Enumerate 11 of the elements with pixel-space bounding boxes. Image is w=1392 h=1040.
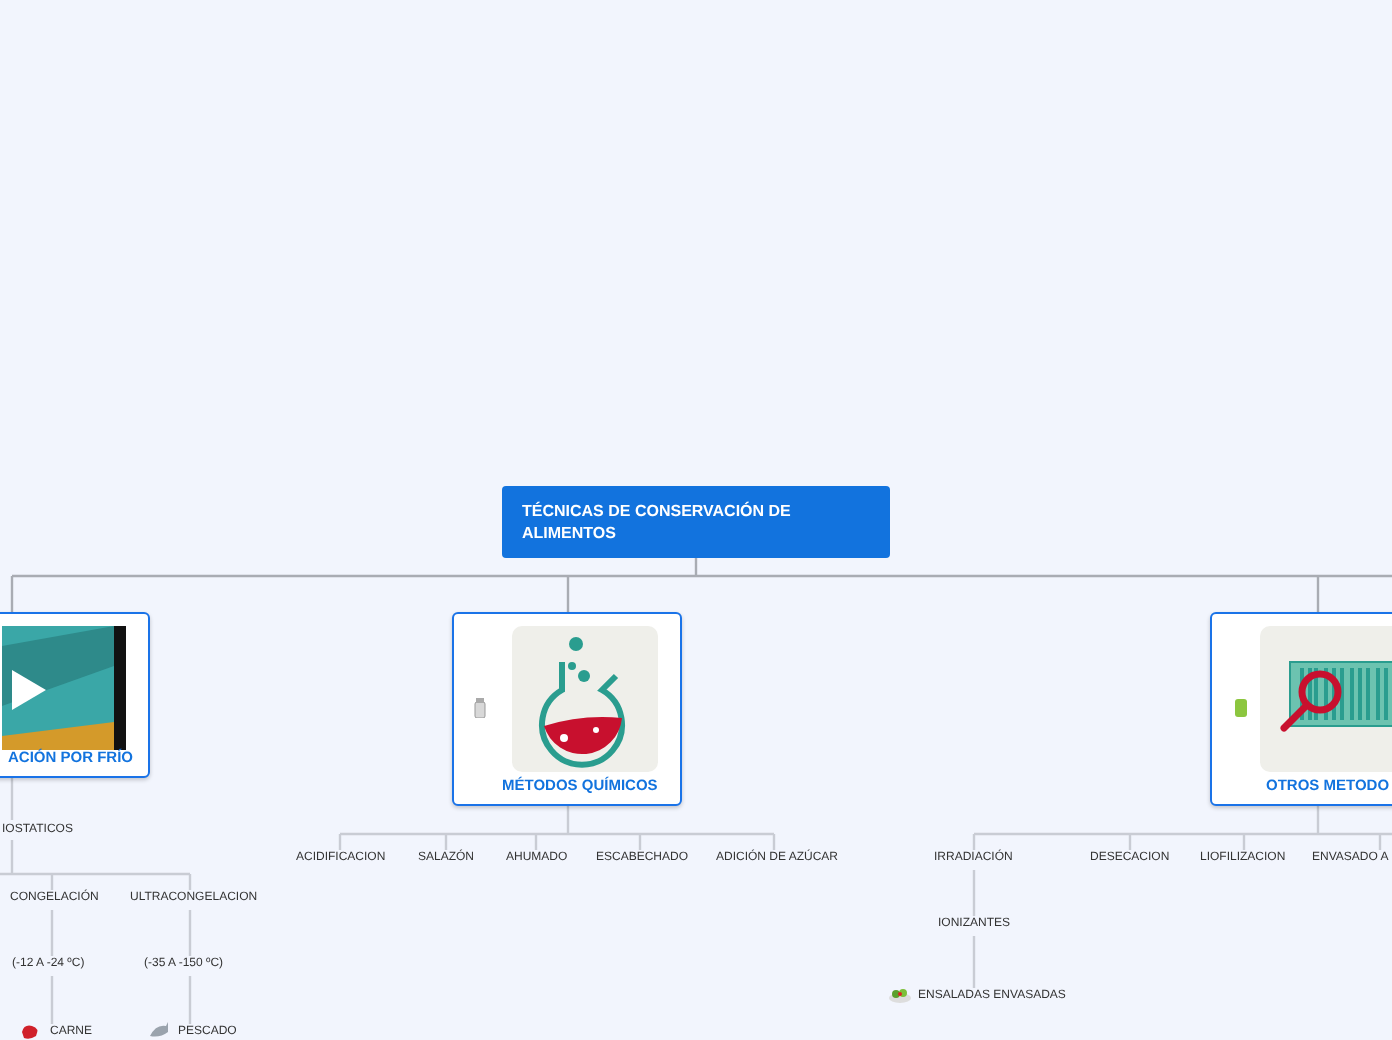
connector-line: [10, 778, 14, 820]
connector-line: [972, 868, 976, 990]
connector-line: [50, 908, 54, 1026]
root-topic[interactable]: TÉCNICAS DE CONSERVACIÓN DE ALIMENTOS: [502, 486, 890, 558]
meat-icon: [20, 1024, 40, 1040]
salad-bowl-icon: [888, 986, 912, 1004]
fish-icon: [148, 1022, 170, 1040]
can-icon: [1234, 698, 1248, 718]
video-thumbnail[interactable]: [2, 626, 126, 750]
salt-shaker-icon: [474, 698, 486, 718]
connector-line: [188, 908, 192, 1026]
